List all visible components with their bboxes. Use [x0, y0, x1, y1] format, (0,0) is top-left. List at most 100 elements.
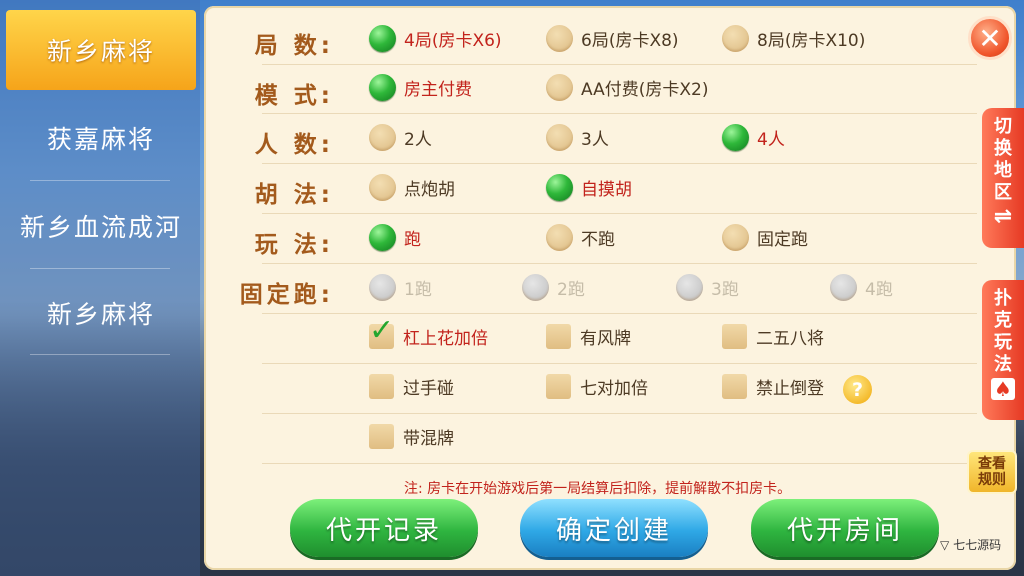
hu-option-dianpao[interactable]: 点炮胡: [369, 174, 455, 201]
players-option-4[interactable]: 4人: [722, 124, 785, 151]
tab-char: 扑: [994, 288, 1012, 309]
fixed-run-label: 固定跑:: [239, 282, 334, 308]
radio-icon: [722, 25, 749, 52]
fixed-run-option-1[interactable]: 1跑: [369, 274, 432, 301]
checkbox-checked-icon: ✓: [369, 313, 395, 349]
help-question-icon[interactable]: ?: [843, 375, 872, 404]
room-card-note: 注: 房卡在开始游戏后第一局结算后扣除，提前解散不扣房卡。: [404, 481, 792, 497]
mode-label: 模 式:: [254, 83, 334, 109]
radio-icon: [546, 74, 573, 101]
view-rules-button[interactable]: 查看 规则: [967, 450, 1017, 494]
play-option-fixed-run[interactable]: 固定跑: [722, 224, 808, 251]
option-label: AA付费(房卡X2): [581, 80, 709, 100]
option-label: 4跑: [865, 280, 893, 300]
option-label: 跑: [404, 230, 421, 250]
rounds-label: 局 数:: [254, 33, 334, 59]
sidebar-divider: [30, 268, 170, 269]
row-divider: [262, 163, 977, 164]
option-label: 点炮胡: [404, 180, 455, 200]
radio-icon: [722, 224, 749, 251]
option-label: 过手碰: [403, 379, 454, 399]
rounds-option-4[interactable]: 4局(房卡X6): [369, 25, 502, 52]
option-label: 不跑: [581, 230, 615, 250]
checkbox-icon: [369, 424, 394, 449]
sidebar-divider: [30, 180, 170, 181]
fixed-run-option-4[interactable]: 4跑: [830, 274, 893, 301]
play-option-no-run[interactable]: 不跑: [546, 224, 615, 251]
watermark: ▽ 七七源码: [940, 536, 1001, 553]
check-pass-pong[interactable]: 过手碰: [369, 374, 454, 399]
mode-option-owner-pays[interactable]: 房主付费: [369, 74, 472, 101]
check-seven-pairs-double[interactable]: 七对加倍: [546, 374, 648, 399]
poker-play-tab[interactable]: 扑 克 玩 法 ♠: [982, 280, 1024, 420]
rules-label-line2: 规则: [978, 472, 1006, 488]
radio-selected-icon: [546, 174, 573, 201]
option-label: 4局(房卡X6): [404, 31, 502, 51]
row-divider: [262, 64, 977, 65]
checkbox-icon: [369, 374, 394, 399]
row-divider: [262, 463, 977, 464]
watermark-text: 七七源码: [953, 538, 1002, 552]
option-label: 4人: [757, 130, 785, 150]
sidebar-divider: [30, 354, 170, 355]
swap-arrows-icon: ⇌: [993, 204, 1013, 229]
players-label: 人 数:: [254, 132, 334, 158]
option-label: 二五八将: [756, 329, 824, 349]
check-no-daodeng[interactable]: 禁止倒登: [722, 374, 824, 399]
row-divider: [262, 113, 977, 114]
check-258-pair[interactable]: 二五八将: [722, 324, 824, 349]
sidebar-item-huojia-mahjong[interactable]: 获嘉麻将: [6, 98, 196, 178]
checkbox-icon: [546, 324, 571, 349]
tab-char: 地: [994, 160, 1012, 181]
check-mixed-tiles[interactable]: 带混牌: [369, 424, 454, 449]
switch-region-tab[interactable]: 切 换 地 区 ⇌: [982, 108, 1024, 248]
players-option-3[interactable]: 3人: [546, 124, 609, 151]
check-wind-tiles[interactable]: 有风牌: [546, 324, 631, 349]
option-label: 房主付费: [404, 80, 472, 100]
row-divider: [262, 213, 977, 214]
fixed-run-option-2[interactable]: 2跑: [522, 274, 585, 301]
radio-icon: [546, 124, 573, 151]
radio-icon: [369, 174, 396, 201]
option-label: 杠上花加倍: [403, 329, 488, 349]
option-label: 禁止倒登: [756, 379, 824, 399]
radio-disabled-icon: [522, 274, 549, 301]
close-icon[interactable]: ✕: [968, 16, 1012, 60]
sidebar-item-xinxiang-mahjong-2[interactable]: 新乡麻将: [6, 273, 196, 353]
option-label: 带混牌: [403, 429, 454, 449]
sidebar-item-xinxiang-xueliu[interactable]: 新乡血流成河: [6, 186, 196, 266]
option-label: 8局(房卡X10): [757, 31, 866, 51]
option-label: 有风牌: [580, 329, 631, 349]
hu-option-zimo[interactable]: 自摸胡: [546, 174, 632, 201]
proxy-room-button[interactable]: 代开房间: [751, 499, 939, 557]
radio-disabled-icon: [369, 274, 396, 301]
option-label: 3跑: [711, 280, 739, 300]
check-gang-flower-double[interactable]: ✓ 杠上花加倍: [369, 313, 488, 349]
tab-char: 切: [994, 116, 1012, 137]
option-label: 6局(房卡X8): [581, 31, 679, 51]
row-divider: [262, 263, 977, 264]
proxy-record-button[interactable]: 代开记录: [290, 499, 478, 557]
watermark-logo-icon: ▽: [940, 538, 950, 552]
sidebar-item-xinxiang-mahjong[interactable]: 新乡麻将: [6, 10, 196, 90]
tab-char: 玩: [994, 332, 1012, 353]
radio-selected-icon: [369, 74, 396, 101]
checkbox-icon: [722, 324, 747, 349]
tab-char: 法: [994, 354, 1012, 375]
players-option-2[interactable]: 2人: [369, 124, 432, 151]
confirm-create-button[interactable]: 确定创建: [520, 499, 708, 557]
radio-disabled-icon: [676, 274, 703, 301]
fixed-run-option-3[interactable]: 3跑: [676, 274, 739, 301]
radio-icon: [369, 124, 396, 151]
row-divider: [262, 413, 977, 414]
rules-label-line1: 查看: [978, 456, 1006, 472]
play-option-run[interactable]: 跑: [369, 224, 421, 251]
rounds-option-8[interactable]: 8局(房卡X10): [722, 25, 865, 52]
tab-char: 换: [994, 138, 1012, 159]
mode-option-aa-pays[interactable]: AA付费(房卡X2): [546, 74, 708, 101]
hu-label: 胡 法:: [254, 182, 334, 208]
radio-selected-icon: [369, 25, 396, 52]
rounds-option-6[interactable]: 6局(房卡X8): [546, 25, 679, 52]
radio-selected-icon: [722, 124, 749, 151]
radio-disabled-icon: [830, 274, 857, 301]
